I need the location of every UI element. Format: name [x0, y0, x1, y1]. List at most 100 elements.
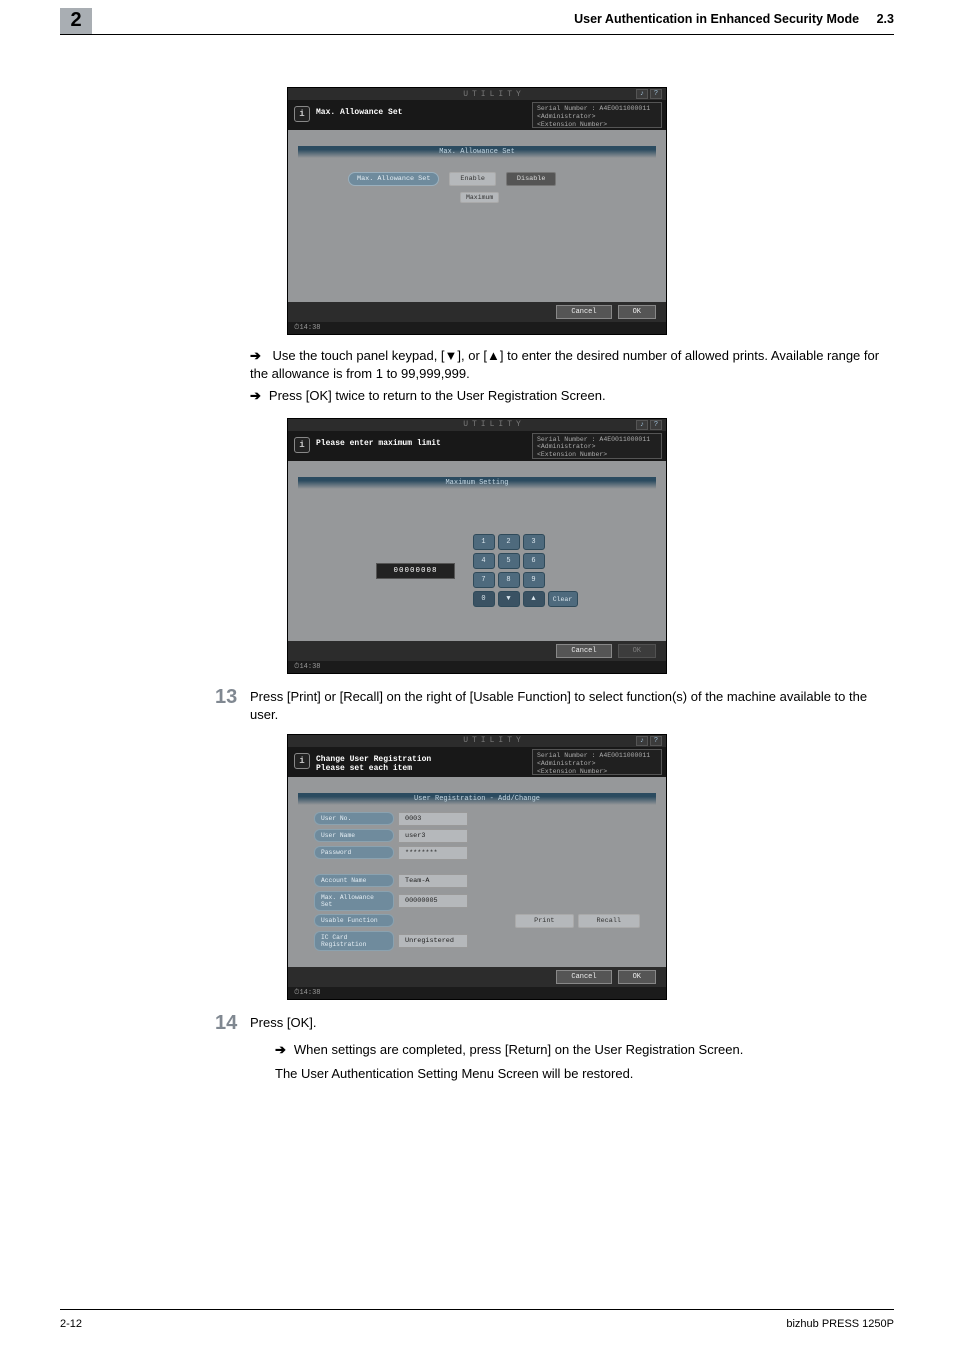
- enable-button[interactable]: Enable: [449, 172, 495, 186]
- panel1-subbar: Max. Allowance Set: [298, 146, 656, 158]
- ext-label: <Extension Number>: [537, 768, 607, 775]
- panel1-title: Max. Allowance Set: [316, 100, 528, 130]
- keypad-6[interactable]: 6: [523, 553, 545, 569]
- header-section-number: 2.3: [877, 12, 894, 26]
- numeric-keypad: 1 2 3 4 5 6 7 8 9: [473, 534, 545, 588]
- panel2-subbar: Maximum Setting: [298, 477, 656, 489]
- label-max-allowance[interactable]: Max. Allowance Set: [314, 891, 394, 911]
- label-user-name[interactable]: User Name: [314, 829, 394, 842]
- value-account-name: Team-A: [398, 874, 468, 888]
- info-icon[interactable]: i: [294, 106, 310, 122]
- instruction-bullet-keypad: Use the touch panel keypad, [▼], or [▲] …: [250, 347, 894, 383]
- value-user-no: 0003: [398, 812, 468, 826]
- label-user-no: User No.: [314, 812, 394, 825]
- info-icon[interactable]: i: [294, 437, 310, 453]
- serial-info-box: Serial Number : A4E0011000011 <Administr…: [532, 749, 662, 775]
- instruction-bullet-press-ok: Press [OK] twice to return to the User R…: [250, 387, 894, 405]
- serial-value: A4E0011000011: [599, 752, 650, 759]
- panel-titlebar: i Max. Allowance Set Serial Number : A4E…: [288, 100, 666, 130]
- sound-icon[interactable]: ♪: [636, 736, 648, 746]
- keypad-5[interactable]: 5: [498, 553, 520, 569]
- time-bar: ⏱ 14:38: [288, 322, 666, 334]
- label-account-name[interactable]: Account Name: [314, 874, 394, 887]
- step-number-14: 14: [215, 1014, 237, 1035]
- value-password: ********: [398, 846, 468, 860]
- admin-label: <Administrator>: [537, 113, 596, 120]
- label-password[interactable]: Password: [314, 846, 394, 859]
- value-ic-card: Unregistered: [398, 934, 468, 948]
- help-icon[interactable]: ?: [650, 420, 662, 430]
- label-ic-card[interactable]: IC Card Registration: [314, 931, 394, 951]
- keypad-2[interactable]: 2: [498, 534, 520, 550]
- topbar-label: UTILITY: [352, 736, 636, 745]
- info-icon[interactable]: i: [294, 753, 310, 769]
- sound-icon[interactable]: ♪: [636, 89, 648, 99]
- time-value: 14:38: [299, 324, 320, 332]
- time-bar: ⏱ 14:38: [288, 987, 666, 999]
- time-value: 14:38: [299, 663, 320, 671]
- keypad-7[interactable]: 7: [473, 572, 495, 588]
- step-14-bullet: When settings are completed, press [Retu…: [275, 1041, 894, 1059]
- ext-label: <Extension Number>: [537, 121, 607, 128]
- step-14-line2: The User Authentication Setting Menu Scr…: [275, 1065, 894, 1083]
- serial-label: Serial Number: [537, 436, 588, 443]
- help-icon[interactable]: ?: [650, 89, 662, 99]
- admin-label: <Administrator>: [537, 760, 596, 767]
- sound-icon[interactable]: ♪: [636, 420, 648, 430]
- keypad-3[interactable]: 3: [523, 534, 545, 550]
- keypad-1[interactable]: 1: [473, 534, 495, 550]
- keypad-0[interactable]: 0: [473, 591, 495, 607]
- print-button[interactable]: Print: [515, 914, 573, 928]
- panel3-title: Change User RegistrationPlease set each …: [316, 747, 528, 777]
- step-14-text: Press [OK].: [250, 1014, 894, 1032]
- screenshot-panel-maximum-setting: UTILITY ♪ ? i Please enter maximum limit…: [287, 418, 667, 674]
- topbar-label: UTILITY: [352, 90, 636, 99]
- value-max-allowance: 00000005: [398, 894, 468, 908]
- ok-button[interactable]: OK: [618, 305, 656, 319]
- footer-product-name: bizhub PRESS 1250P: [786, 1318, 894, 1330]
- cancel-button[interactable]: Cancel: [556, 970, 611, 984]
- screenshot-panel-user-registration: UTILITY ♪ ? i Change User RegistrationPl…: [287, 734, 667, 1000]
- header-title-text: User Authentication in Enhanced Security…: [574, 12, 859, 26]
- keypad-up[interactable]: ▲: [523, 591, 545, 607]
- serial-value: A4E0011000011: [599, 105, 650, 112]
- topbar-label: UTILITY: [352, 420, 636, 429]
- panel-titlebar: i Please enter maximum limit Serial Numb…: [288, 431, 666, 461]
- panel3-subbar: User Registration - Add/Change: [298, 793, 656, 805]
- cancel-button[interactable]: Cancel: [556, 644, 611, 658]
- cancel-button[interactable]: Cancel: [556, 305, 611, 319]
- recall-button[interactable]: Recall: [578, 914, 640, 928]
- panel-topbar: UTILITY ♪ ?: [288, 88, 666, 100]
- serial-label: Serial Number: [537, 752, 588, 759]
- help-icon[interactable]: ?: [650, 736, 662, 746]
- panel-topbar: UTILITY ♪ ?: [288, 735, 666, 747]
- ok-button[interactable]: OK: [618, 970, 656, 984]
- keypad-down[interactable]: ▼: [498, 591, 520, 607]
- maximum-button[interactable]: Maximum: [460, 192, 499, 203]
- page-number-badge: 2: [60, 8, 92, 34]
- keypad-9[interactable]: 9: [523, 572, 545, 588]
- header-rule: [60, 34, 894, 35]
- serial-label: Serial Number: [537, 105, 588, 112]
- time-bar: ⏱ 14:38: [288, 661, 666, 673]
- step-13-text: Press [Print] or [Recall] on the right o…: [250, 688, 894, 724]
- time-value: 14:38: [299, 989, 320, 997]
- panel-topbar: UTILITY ♪ ?: [288, 419, 666, 431]
- max-allowance-chip: Max. Allowance Set: [348, 172, 439, 186]
- disable-button[interactable]: Disable: [506, 172, 557, 186]
- admin-label: <Administrator>: [537, 443, 596, 450]
- header-title: User Authentication in Enhanced Security…: [574, 12, 894, 26]
- keypad-8[interactable]: 8: [498, 572, 520, 588]
- step-number-13: 13: [215, 688, 237, 709]
- keypad-4[interactable]: 4: [473, 553, 495, 569]
- value-user-name: user3: [398, 829, 468, 843]
- ok-button-disabled: OK: [618, 644, 656, 658]
- serial-value: A4E0011000011: [599, 436, 650, 443]
- panel2-title: Please enter maximum limit: [316, 431, 528, 461]
- serial-info-box: Serial Number : A4E0011000011 <Administr…: [532, 433, 662, 459]
- footer-page-number: 2-12: [60, 1318, 82, 1330]
- keypad-clear[interactable]: Clear: [548, 591, 578, 607]
- ext-label: <Extension Number>: [537, 451, 607, 458]
- footer-rule: [60, 1309, 894, 1310]
- value-display: 00000008: [376, 563, 454, 579]
